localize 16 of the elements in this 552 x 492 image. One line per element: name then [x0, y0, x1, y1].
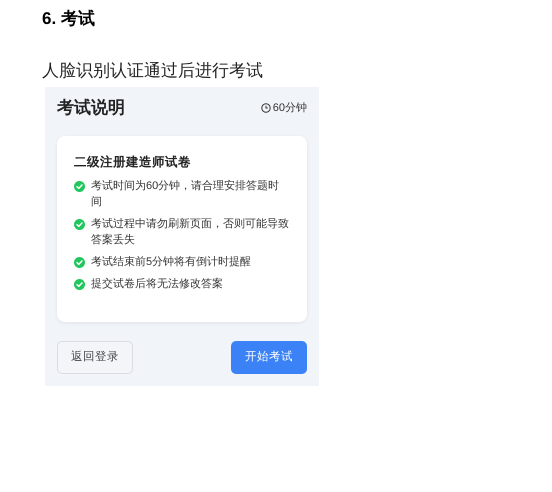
- check-circle-icon: [74, 181, 85, 192]
- clock-icon: [260, 103, 271, 113]
- start-exam-button[interactable]: 开始考试: [231, 341, 307, 374]
- section-heading: 6. 考试: [42, 8, 96, 30]
- rule-text: 考试结束前5分钟将有倒计时提醒: [91, 255, 252, 270]
- check-circle-icon: [74, 219, 85, 230]
- intro-text: 人脸识别认证通过后进行考试: [42, 60, 264, 82]
- screen-title: 考试说明: [57, 97, 125, 119]
- duration-text: 60分钟: [272, 100, 307, 116]
- rule-text: 考试过程中请勿刷新页面，否则可能导致答案丢失: [91, 216, 290, 248]
- check-circle-icon: [74, 257, 85, 268]
- check-circle-icon: [74, 279, 85, 290]
- rule-text: 提交试卷后将无法修改答案: [91, 276, 223, 292]
- back-button[interactable]: 返回登录: [57, 341, 133, 374]
- rule-text: 考试时间为60分钟，请合理安排答题时间: [91, 178, 280, 210]
- card-title: 二级注册建造师试卷: [74, 154, 192, 170]
